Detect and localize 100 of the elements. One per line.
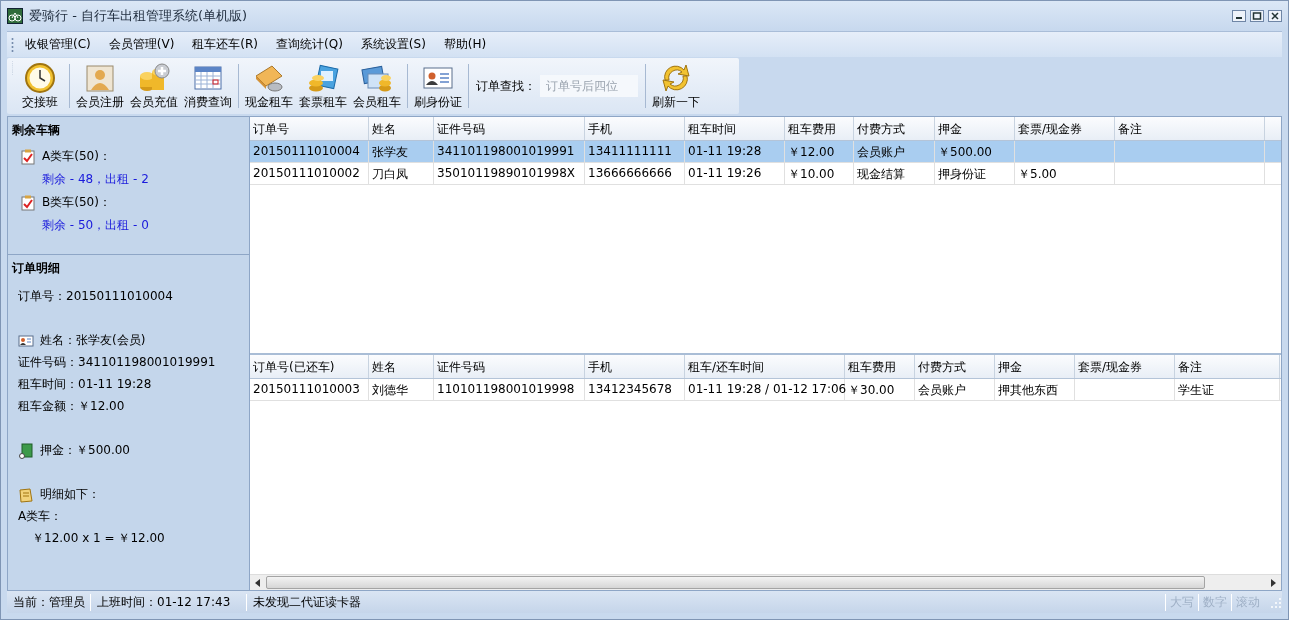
table-cell: 110101198001019998	[434, 379, 585, 400]
panel-title: 剩余车辆	[11, 122, 61, 139]
table-cell: 现金结算	[854, 163, 935, 184]
table-cell: 13411111111	[585, 141, 685, 162]
column-header[interactable]: 证件号码	[434, 117, 585, 140]
refresh-icon	[659, 62, 693, 94]
table-cell: 张学友	[369, 141, 434, 162]
table-cell: 会员账户	[915, 379, 995, 400]
table-cell: ￥10.00	[785, 163, 854, 184]
refresh-button[interactable]: 刷新一下	[649, 60, 703, 112]
table-cell: 刀白凤	[369, 163, 434, 184]
coins-icon	[137, 62, 171, 94]
resize-grip-icon	[1268, 595, 1282, 609]
column-header[interactable]: 订单号	[250, 117, 369, 140]
table-cell: 押其他东西	[995, 379, 1075, 400]
menu-item[interactable]: 系统设置(S)	[353, 34, 433, 55]
toolbar-button[interactable]: 交接班	[14, 60, 66, 112]
close-icon	[1268, 10, 1282, 22]
ticket-coins-icon	[306, 62, 340, 94]
status-text: 当前：管理员	[7, 593, 91, 611]
detail-text: 明细如下：	[40, 486, 100, 503]
vehicle-status: 剩余 - 50，出租 - 0	[41, 217, 150, 234]
book-icon	[18, 442, 34, 459]
column-header[interactable]: 姓名	[369, 117, 434, 140]
window-title: 爱骑行 - 自行车出租管理系统(单机版)	[29, 7, 248, 25]
vehicle-type: B类车(50)：	[42, 194, 111, 211]
clipboard-check-icon	[20, 194, 36, 211]
column-header[interactable]: 付费方式	[854, 117, 935, 140]
detail-text: 押金：￥500.00	[40, 442, 130, 459]
detail-text: 租车时间：01-11 19:28	[18, 376, 152, 393]
table-row[interactable]: 20150111010004 张学友 341101198001019991 13411111111 01-11 19:28 ￥12.00 会员账户 ￥500.00	[250, 141, 1281, 163]
minimize-icon	[1232, 10, 1246, 22]
status-text: 未发现二代证读卡器	[252, 593, 362, 611]
table-cell: 01-11 19:28	[685, 141, 785, 162]
menu-item[interactable]: 查询统计(Q)	[269, 34, 350, 55]
table-cell: 学生证	[1175, 379, 1280, 400]
detail-text: 订单号：20150111010004	[18, 288, 173, 305]
table-cell: 押身份证	[935, 163, 1015, 184]
vehicle-status: 剩余 - 48，出租 - 2	[41, 171, 150, 188]
menu-item[interactable]: 会员管理(V)	[101, 34, 182, 55]
clock-icon	[23, 62, 57, 94]
toolbar-button[interactable]: 消费查询	[181, 60, 235, 112]
column-header[interactable]: 备注	[1175, 355, 1280, 378]
clipboard-check-icon	[20, 148, 36, 165]
column-header[interactable]: 押金	[995, 355, 1075, 378]
table-cell: 会员账户	[854, 141, 935, 162]
table-cell: ￥12.00	[785, 141, 854, 162]
table-cell: 341101198001019991	[434, 141, 585, 162]
person-card-icon	[83, 62, 117, 94]
table-cell: ￥5.00	[1015, 163, 1115, 184]
table-cell: 20150111010003	[250, 379, 369, 400]
column-header[interactable]: 姓名	[369, 355, 434, 378]
column-header[interactable]: 押金	[935, 117, 1015, 140]
table-cell: 13412345678	[585, 379, 685, 400]
column-header[interactable]: 套票/现金券	[1075, 355, 1175, 378]
table-cell: 13666666666	[585, 163, 685, 184]
menu-item[interactable]: 收银管理(C)	[18, 34, 98, 55]
column-header[interactable]: 租车/还车时间	[685, 355, 845, 378]
toolbar-button[interactable]: 会员充值	[127, 60, 181, 112]
column-header[interactable]: 租车时间	[685, 117, 785, 140]
table-cell: 20150111010002	[250, 163, 369, 184]
search-field[interactable]: 订单号后四位	[540, 75, 638, 97]
toolbar-button[interactable]: 会员注册	[73, 60, 127, 112]
detail-text: 证件号码：341101198001019991	[18, 354, 216, 371]
table-cell: ￥500.00	[935, 141, 1015, 162]
table-cell: 35010119890101998X	[434, 163, 585, 184]
column-header[interactable]: 租车费用	[785, 117, 854, 140]
detail-text: A类车：	[18, 508, 63, 525]
toolbar-button[interactable]: 现金租车	[242, 60, 296, 112]
table-cell: 20150111010004	[250, 141, 369, 162]
column-header[interactable]: 套票/现金券	[1015, 117, 1115, 140]
detail-text: ￥12.00 x 1 = ￥12.00	[32, 530, 165, 547]
note-pad-icon	[18, 486, 34, 503]
detail-text: 姓名：张学友(会员)	[40, 332, 146, 349]
panel-title: 订单明细	[10, 260, 61, 277]
status-text: 上班时间：01-12 17:43	[91, 593, 247, 611]
menu-item[interactable]: 帮助(H)	[436, 34, 494, 55]
column-header[interactable]: 订单号(已还车)	[250, 355, 369, 378]
column-header[interactable]: 租车费用	[845, 355, 915, 378]
toolbar-button[interactable]: 刷身份证	[411, 60, 465, 112]
column-header[interactable]: 证件号码	[434, 355, 585, 378]
vehicle-type: A类车(50)：	[42, 148, 111, 165]
table-row[interactable]: 20150111010002 刀白凤 35010119890101998X 13666666666 01-11 19:26 ￥10.00 现金结算 押身份证 ￥5.00	[250, 163, 1281, 185]
column-header[interactable]: 手机	[585, 355, 685, 378]
column-header[interactable]: 备注	[1115, 117, 1265, 140]
menu-item[interactable]: 租车还车(R)	[185, 34, 266, 55]
search-label: 订单查找：	[476, 77, 536, 95]
table-row[interactable]: 20150111010003 刘德华 110101198001019998 13412345678 01-11 19:28 / 01-12 17:06￥30.00 会员账户 押其他东西 学生证	[250, 379, 1281, 401]
table-cell: 01-11 19:26	[685, 163, 785, 184]
column-header[interactable]: 付费方式	[915, 355, 995, 378]
id-card-icon	[18, 332, 34, 349]
toolbar-button[interactable]: 会员租车	[350, 60, 404, 112]
column-header[interactable]: 手机	[585, 117, 685, 140]
grip-icon	[11, 36, 14, 53]
table-cell: 01-11 19:28 / 01-12 17:06	[685, 379, 845, 400]
app-icon	[7, 8, 23, 24]
table-cell: ￥30.00	[845, 379, 915, 400]
detail-text: 租车金额：￥12.00	[18, 398, 125, 415]
scrollbar-thumb[interactable]	[266, 576, 1205, 589]
toolbar-button[interactable]: 套票租车	[296, 60, 350, 112]
